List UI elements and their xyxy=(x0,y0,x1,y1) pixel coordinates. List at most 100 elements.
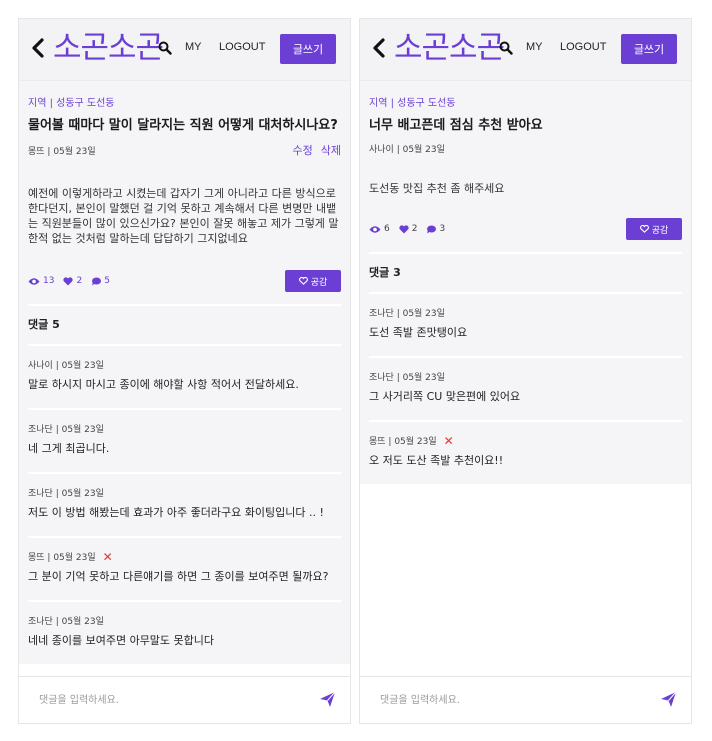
post-content: 지역 | 성동구 도선동 너무 배고픈데 점심 추천 받아요 사나이 | 05월… xyxy=(360,81,691,676)
app-header: 소곤소곤 MY LOGOUT 글쓰기 xyxy=(19,19,350,81)
post-body-text: 도선동 맛집 추천 좀 해주세요 xyxy=(369,182,505,195)
comment-item: 사나이 | 05월 23일 말로 하시지 마시고 종이에 해야할 사항 적어서 … xyxy=(28,344,341,408)
app-logo[interactable]: 소곤소곤 xyxy=(394,26,505,70)
post-region: 지역 | 성동구 도선동 xyxy=(28,98,115,109)
comment-input[interactable] xyxy=(29,683,309,717)
view-count: 6 xyxy=(384,224,390,234)
comment-count-heading: 댓글 3 xyxy=(369,252,682,292)
comment-count-heading: 댓글 5 xyxy=(28,304,341,344)
speech-bubble-icon xyxy=(92,277,102,285)
app-header: 소곤소곤 MY LOGOUT 글쓰기 xyxy=(360,19,691,81)
comment-item: 몽뜨 | 05월 23일 ✕ 그 분이 기억 못하고 다른얘기를 하면 그 종이… xyxy=(28,536,341,600)
comment-author-date: 몽뜨 | 05월 23일 xyxy=(369,437,437,447)
heart-outline-icon xyxy=(298,277,308,285)
like-count: 2 xyxy=(76,276,83,286)
post-detail-screen-right: 소곤소곤 MY LOGOUT 글쓰기 지역 | 성동구 도선동 너무 배고픈데 … xyxy=(359,18,692,724)
post-edit-actions: 수정 삭제 xyxy=(293,142,342,158)
comment-author-date: 몽뜨 | 05월 23일 xyxy=(28,553,96,563)
comment-item: 조나단 | 05월 23일 네 그게 최곱니다. xyxy=(28,408,341,472)
post-author-date: 몽뜨 | 05월 23일 xyxy=(28,146,96,157)
comment-meta: 사나이 | 05월 23일 xyxy=(28,358,341,371)
edit-post-link[interactable]: 수정 xyxy=(293,142,313,158)
delete-post-link[interactable]: 삭제 xyxy=(321,142,341,158)
post-title: 너무 배고픈데 점심 추천 받아요 xyxy=(369,118,543,133)
comment-text: 네네 종이를 보여주면 아무말도 못합니다 xyxy=(28,634,215,647)
post-meta-row: 몽뜨 | 05월 23일 수정 삭제 xyxy=(28,142,341,158)
comment-text: 말로 하시지 마시고 종이에 해야할 사항 적어서 전달하세요. xyxy=(28,378,299,391)
comment-author-date: 조나단 | 05월 23일 xyxy=(369,373,445,383)
comment-item: 몽뜨 | 05월 23일 ✕ 오 저도 도산 족발 추천이요!! xyxy=(369,420,682,484)
comment-count-stat: 3 xyxy=(426,224,445,234)
post-title: 물어볼 때마다 말이 달라지는 직원 어떻게 대처하시나요? xyxy=(28,118,338,133)
comment-meta: 조나단 | 05월 23일 xyxy=(28,614,341,627)
back-arrow-icon[interactable] xyxy=(369,35,389,61)
like-button-label: 공감 xyxy=(651,224,669,235)
nav-logout-link[interactable]: LOGOUT xyxy=(560,41,606,53)
post-region: 지역 | 성동구 도선동 xyxy=(369,98,456,109)
write-post-button[interactable]: 글쓰기 xyxy=(621,34,677,64)
send-icon[interactable] xyxy=(660,691,677,708)
like-button[interactable]: 공감 xyxy=(285,270,341,292)
comment-text: 도선 족발 존맛탱이요 xyxy=(369,326,468,339)
comment-meta: 조나단 | 05월 23일 xyxy=(28,422,341,435)
comment-author-date: 사나이 | 05월 23일 xyxy=(28,361,104,371)
delete-comment-icon[interactable]: ✕ xyxy=(444,435,454,447)
post-card: 지역 | 성동구 도선동 너무 배고픈데 점심 추천 받아요 사나이 | 05월… xyxy=(360,81,691,252)
heart-outline-icon xyxy=(639,225,649,233)
comment-count: 3 xyxy=(439,224,446,234)
eye-icon xyxy=(369,225,381,233)
nav-my-link[interactable]: MY xyxy=(526,41,543,53)
post-stats: 6 2 3 xyxy=(369,224,445,234)
comment-text: 네 그게 최곱니다. xyxy=(28,442,110,455)
post-body-text: 예전에 이렇게하라고 시켰는데 갑자기 그게 아니라고 다른 방식으로 한다던지… xyxy=(28,187,339,245)
comment-input-bar xyxy=(360,676,691,723)
back-arrow-icon[interactable] xyxy=(28,35,48,61)
view-count-stat: 6 xyxy=(369,224,390,234)
comment-meta: 조나단 | 05월 23일 xyxy=(28,486,341,499)
eye-icon xyxy=(28,277,40,285)
comment-input-bar xyxy=(19,676,350,723)
comment-author-date: 조나단 | 05월 23일 xyxy=(28,489,104,499)
comment-section: 댓글 3 조나단 | 05월 23일 도선 족발 존맛탱이요 조나단 | 05월… xyxy=(360,252,691,484)
write-post-button[interactable]: 글쓰기 xyxy=(280,34,336,64)
comment-meta: 조나단 | 05월 23일 xyxy=(369,370,682,383)
comment-item: 조나단 | 05월 23일 네네 종이를 보여주면 아무말도 못합니다 xyxy=(28,600,341,664)
delete-comment-icon[interactable]: ✕ xyxy=(103,551,113,563)
comment-text: 그 분이 기억 못하고 다른얘기를 하면 그 종이를 보여주면 될까요? xyxy=(28,570,329,583)
comment-text: 그 사거리쪽 CU 맞은편에 있어요 xyxy=(369,390,521,403)
heart-icon xyxy=(63,276,74,285)
view-count-stat: 13 xyxy=(28,276,54,286)
heart-icon xyxy=(399,224,409,233)
comment-count-stat: 5 xyxy=(91,276,110,286)
like-count: 2 xyxy=(411,224,418,234)
like-count-stat: 2 xyxy=(399,224,418,234)
nav-logout-link[interactable]: LOGOUT xyxy=(219,41,265,53)
speech-bubble-icon xyxy=(427,225,437,233)
like-count-stat: 2 xyxy=(63,276,82,286)
search-icon[interactable] xyxy=(158,41,172,55)
comment-author-date: 조나단 | 05월 23일 xyxy=(28,617,104,627)
comment-text: 오 저도 도산 족발 추천이요!! xyxy=(369,454,504,467)
send-icon[interactable] xyxy=(319,691,336,708)
view-count: 13 xyxy=(43,276,55,286)
comment-input[interactable] xyxy=(370,683,650,717)
post-author-date: 사나이 | 05월 23일 xyxy=(369,145,445,155)
post-card: 지역 | 성동구 도선동 물어볼 때마다 말이 달라지는 직원 어떻게 대처하시… xyxy=(19,81,350,304)
post-stats-row: 13 2 5 공감 xyxy=(28,270,341,292)
comment-meta: 조나단 | 05월 23일 xyxy=(369,306,682,319)
comment-count: 5 xyxy=(104,276,110,286)
comment-meta: 몽뜨 | 05월 23일 ✕ xyxy=(28,550,341,564)
post-meta-row: 사나이 | 05월 23일 xyxy=(369,142,682,155)
like-button[interactable]: 공감 xyxy=(626,218,682,240)
comment-item: 조나단 | 05월 23일 저도 이 방법 해봤는데 효과가 아주 좋더라구요 … xyxy=(28,472,341,536)
nav-my-link[interactable]: MY xyxy=(185,41,202,53)
comment-text: 저도 이 방법 해봤는데 효과가 아주 좋더라구요 화이팅입니다 .. ! xyxy=(28,506,324,519)
app-logo[interactable]: 소곤소곤 xyxy=(53,26,164,70)
post-stats-row: 6 2 3 공감 xyxy=(369,218,682,240)
search-icon[interactable] xyxy=(499,41,513,55)
post-content: 지역 | 성동구 도선동 물어볼 때마다 말이 달라지는 직원 어떻게 대처하시… xyxy=(19,81,350,676)
comment-author-date: 조나단 | 05월 23일 xyxy=(369,309,445,319)
comment-item: 조나단 | 05월 23일 도선 족발 존맛탱이요 xyxy=(369,292,682,356)
post-detail-screen-left: 소곤소곤 MY LOGOUT 글쓰기 지역 | 성동구 도선동 물어볼 때마다 … xyxy=(18,18,351,724)
comment-meta: 몽뜨 | 05월 23일 ✕ xyxy=(369,434,682,448)
